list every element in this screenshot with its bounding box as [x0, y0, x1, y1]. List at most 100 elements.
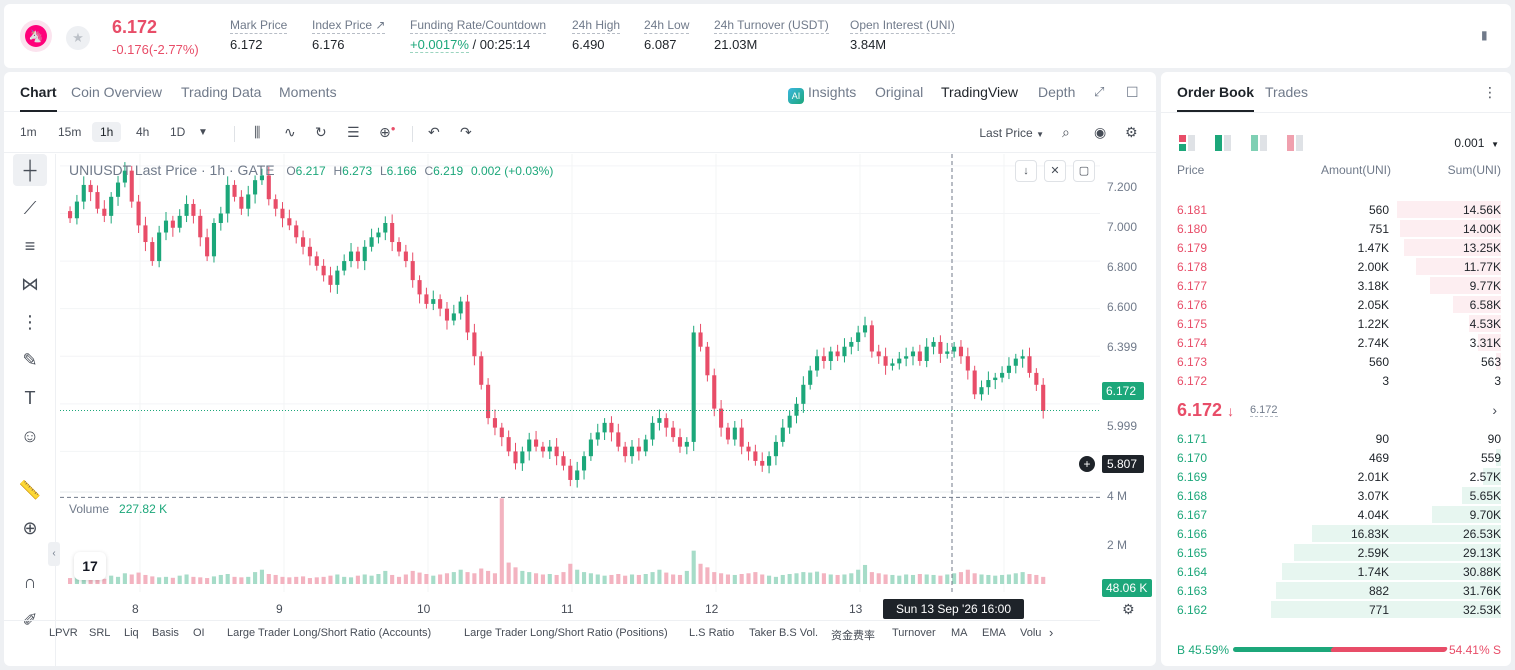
- more-options-icon[interactable]: ⋮: [1483, 84, 1497, 101]
- bid-row[interactable]: 6.168 3.07K 5.65K: [1161, 486, 1511, 505]
- ask-row[interactable]: 6.179 1.47K 13.25K: [1161, 238, 1511, 257]
- indicator-toggle[interactable]: LPVR: [49, 627, 78, 639]
- stat-funding-rate[interactable]: Funding Rate/Countdown +0.0017% / 00:25:…: [410, 18, 547, 53]
- maximize-pane-icon[interactable]: ▢: [1073, 160, 1095, 182]
- search-icon[interactable]: ⌕: [1062, 124, 1070, 141]
- add-order-icon[interactable]: +: [1079, 456, 1095, 472]
- indicator-toggle[interactable]: Large Trader Long/Short Ratio (Accounts): [227, 627, 431, 639]
- timeframe-1h[interactable]: 1h: [92, 122, 122, 142]
- candle-body: [335, 270, 340, 285]
- indicator-toggle[interactable]: MA: [951, 627, 968, 639]
- view-both-icon[interactable]: [1179, 135, 1195, 151]
- tab-moments[interactable]: Moments: [279, 84, 337, 100]
- brush-tool-icon[interactable]: ✎: [13, 344, 47, 376]
- chevron-right-icon[interactable]: ›: [1492, 402, 1497, 418]
- collapse-toolbar-icon[interactable]: ‹: [48, 542, 60, 566]
- timeframe-15m[interactable]: 15m: [58, 125, 81, 139]
- collapse-pane-icon[interactable]: ✕: [1044, 160, 1066, 182]
- book-icon[interactable]: ▮: [1481, 28, 1495, 42]
- price-type-select[interactable]: Last Price ▼: [979, 126, 1044, 140]
- stat-index-price[interactable]: Index Price ↗ 6.176: [312, 18, 386, 52]
- compare-icon[interactable]: ↻: [315, 124, 327, 141]
- gear-icon[interactable]: ⚙: [1125, 124, 1138, 141]
- bid-row[interactable]: 6.167 4.04K 9.70K: [1161, 505, 1511, 524]
- indicator-toggle[interactable]: SRL: [89, 627, 110, 639]
- tab-trading-data[interactable]: Trading Data: [181, 84, 261, 100]
- bid-row[interactable]: 6.165 2.59K 29.13K: [1161, 543, 1511, 562]
- ask-row[interactable]: 6.176 2.05K 6.58K: [1161, 295, 1511, 314]
- indicator-toggle[interactable]: OI: [193, 627, 205, 639]
- view-tradingview[interactable]: TradingView: [941, 84, 1018, 100]
- favorite-star-icon[interactable]: ★: [66, 26, 90, 50]
- bid-row[interactable]: 6.170 469 559: [1161, 448, 1511, 467]
- bid-row[interactable]: 6.166 16.83K 26.53K: [1161, 524, 1511, 543]
- ask-row[interactable]: 6.175 1.22K 4.53K: [1161, 314, 1511, 333]
- tradingview-logo[interactable]: 17: [74, 552, 106, 580]
- view-original[interactable]: Original: [875, 84, 923, 100]
- crosshair-tool-icon[interactable]: ┼: [13, 154, 47, 186]
- axis-settings-icon[interactable]: ⚙: [1122, 601, 1135, 618]
- timeframe-1d[interactable]: 1D: [170, 125, 185, 139]
- indicator-toggle[interactable]: Volu: [1020, 627, 1041, 639]
- view-bids-only-icon[interactable]: [1251, 135, 1267, 151]
- ask-row[interactable]: 6.181 560 14.56K: [1161, 200, 1511, 219]
- undo-icon[interactable]: ↶: [428, 124, 440, 141]
- timeframe-1m[interactable]: 1m: [20, 125, 37, 139]
- indicator-toggle[interactable]: Liq: [124, 627, 139, 639]
- bid-row[interactable]: 6.163 882 31.76K: [1161, 581, 1511, 600]
- settings-list-icon[interactable]: ☰: [347, 124, 360, 141]
- funding-rate-value[interactable]: +0.0017%: [410, 37, 469, 53]
- candle-type-icon[interactable]: ⫼: [254, 124, 260, 141]
- indicator-toggle[interactable]: Taker B.S Vol.: [749, 627, 818, 639]
- indicator-toggle[interactable]: 资金费率: [831, 627, 875, 643]
- timeframe-dropdown-icon[interactable]: ▼: [198, 127, 208, 138]
- zoom-in-tool-icon[interactable]: ⊕: [13, 512, 47, 544]
- volume-bar: [993, 575, 998, 584]
- trend-line-tool-icon[interactable]: ⟋: [13, 192, 47, 224]
- window-icon[interactable]: ☐: [1126, 84, 1139, 101]
- indicator-toggle[interactable]: Large Trader Long/Short Ratio (Positions…: [464, 627, 668, 639]
- indicator-toggle[interactable]: L.S Ratio: [689, 627, 734, 639]
- stat-mark-price[interactable]: Mark Price 6.172: [230, 18, 288, 52]
- ask-row[interactable]: 6.173 560 563: [1161, 352, 1511, 371]
- tab-coin-overview[interactable]: Coin Overview: [71, 84, 162, 100]
- precision-select[interactable]: 0.001 ▼: [1454, 136, 1499, 150]
- ask-row[interactable]: 6.178 2.00K 11.77K: [1161, 257, 1511, 276]
- ruler-tool-icon[interactable]: 📏: [13, 474, 47, 506]
- indicator-toggle[interactable]: EMA: [982, 627, 1006, 639]
- tab-trades[interactable]: Trades: [1265, 84, 1308, 100]
- indicators-icon[interactable]: ∿: [284, 124, 296, 141]
- emoji-tool-icon[interactable]: ☺: [13, 420, 47, 452]
- tab-order-book[interactable]: Order Book: [1177, 84, 1255, 112]
- indicator-toggle[interactable]: Turnover: [892, 627, 936, 639]
- ask-row[interactable]: 6.172 3 3: [1161, 371, 1511, 390]
- scroll-down-icon[interactable]: ↓: [1015, 160, 1037, 182]
- view-depth[interactable]: Depth: [1038, 84, 1075, 100]
- bid-row[interactable]: 6.164 1.74K 30.88K: [1161, 562, 1511, 581]
- ask-row[interactable]: 6.177 3.18K 9.77K: [1161, 276, 1511, 295]
- magnet-tool-icon[interactable]: ∩: [13, 566, 47, 598]
- ask-row[interactable]: 6.174 2.74K 3.31K: [1161, 333, 1511, 352]
- pattern-tool-icon[interactable]: ⋈: [13, 268, 47, 300]
- tab-chart[interactable]: Chart: [20, 84, 57, 112]
- view-bids-icon[interactable]: [1215, 135, 1231, 151]
- timeframe-4h[interactable]: 4h: [136, 125, 149, 139]
- bid-row[interactable]: 6.162 771 32.53K: [1161, 600, 1511, 619]
- insights-button[interactable]: AI Insights: [788, 84, 856, 104]
- camera-icon[interactable]: ◉: [1094, 124, 1106, 141]
- indicator-toggle[interactable]: Basis: [152, 627, 179, 639]
- ob-last-price[interactable]: 6.172 ↓: [1177, 400, 1234, 421]
- fullscreen-icon[interactable]: ⤢: [1094, 84, 1104, 100]
- redo-icon[interactable]: ↷: [460, 124, 472, 141]
- ob-price: 6.170: [1177, 451, 1208, 465]
- horizontal-lines-tool-icon[interactable]: ≡: [13, 230, 47, 262]
- candlestick-chart[interactable]: [60, 154, 1100, 592]
- bid-row[interactable]: 6.171 90 90: [1161, 429, 1511, 448]
- fib-tool-icon[interactable]: ⋮: [13, 306, 47, 338]
- scroll-right-icon[interactable]: ›: [1049, 625, 1053, 640]
- ask-row[interactable]: 6.180 751 14.00K: [1161, 219, 1511, 238]
- bid-row[interactable]: 6.169 2.01K 2.57K: [1161, 467, 1511, 486]
- add-alert-icon[interactable]: ⊕●: [379, 124, 396, 141]
- text-tool-icon[interactable]: T: [13, 382, 47, 414]
- view-asks-icon[interactable]: [1287, 135, 1303, 151]
